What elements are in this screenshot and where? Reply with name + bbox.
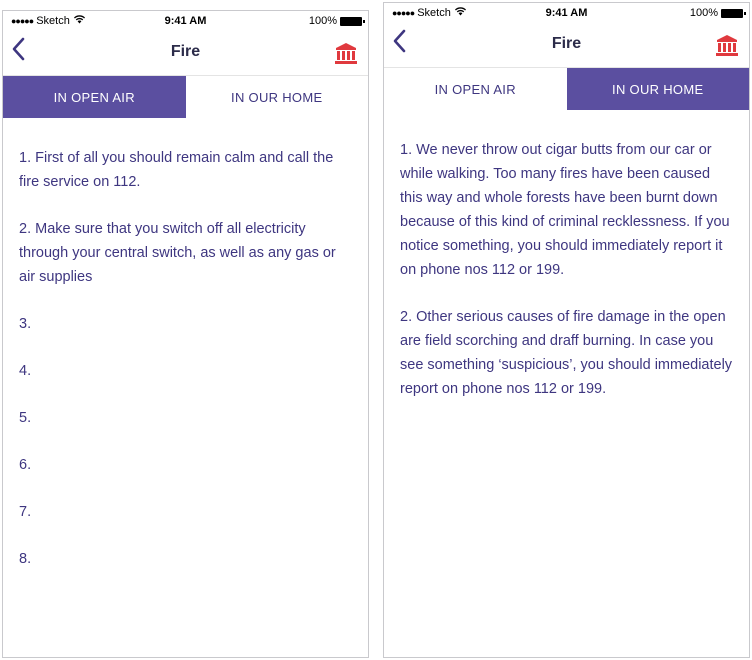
list-item: 2. Make sure that you switch off all ele… bbox=[19, 221, 336, 285]
battery-percent: 100% bbox=[689, 7, 718, 19]
phone-screen-right: ●●●●● Sketch 9:41 AM 100% Fire IN OPEN A… bbox=[383, 2, 750, 658]
battery-status: 100% bbox=[308, 15, 365, 27]
tab-in-our-home[interactable]: IN OUR HOME bbox=[185, 76, 368, 118]
instructions-list: 1. First of all you should remain calm a… bbox=[3, 118, 368, 571]
status-bar: ●●●●● Sketch 9:41 AM 100% bbox=[3, 11, 368, 31]
list-item: 8. bbox=[19, 551, 32, 567]
tab-in-open-air[interactable]: IN OPEN AIR bbox=[384, 68, 567, 110]
tab-in-open-air[interactable]: IN OPEN AIR bbox=[3, 76, 186, 118]
tab-in-our-home[interactable]: IN OUR HOME bbox=[566, 68, 749, 110]
list-item: 7. bbox=[19, 504, 32, 520]
segment-tabs: IN OPEN AIR IN OUR HOME bbox=[3, 76, 368, 118]
list-item: 5. bbox=[19, 410, 32, 426]
list-item: 1. We never throw out cigar butts from o… bbox=[400, 142, 730, 278]
battery-icon bbox=[721, 8, 746, 18]
list-item: 6. bbox=[19, 457, 32, 473]
building-button[interactable] bbox=[715, 33, 739, 57]
building-button[interactable] bbox=[334, 41, 358, 65]
list-item: 4. bbox=[19, 363, 32, 379]
phone-screen-left: ●●●●● Sketch 9:41 AM 100% Fire IN OPEN A… bbox=[2, 10, 369, 658]
page-title: Fire bbox=[170, 43, 201, 60]
nav-bar: Fire bbox=[384, 23, 749, 68]
segment-tabs: IN OPEN AIR IN OUR HOME bbox=[384, 68, 749, 110]
battery-percent: 100% bbox=[308, 15, 337, 27]
list-item: 3. bbox=[19, 316, 32, 332]
instructions-list: 1. We never throw out cigar butts from o… bbox=[384, 110, 749, 401]
page-title: Fire bbox=[551, 35, 582, 52]
list-item: 1. First of all you should remain calm a… bbox=[19, 150, 334, 190]
building-icon bbox=[716, 35, 738, 56]
battery-status: 100% bbox=[689, 7, 746, 19]
list-item: 2. Other serious causes of fire damage i… bbox=[400, 309, 733, 397]
status-bar: ●●●●● Sketch 9:41 AM 100% bbox=[384, 3, 749, 23]
building-icon bbox=[335, 43, 357, 64]
nav-bar: Fire bbox=[3, 31, 368, 76]
battery-icon bbox=[340, 16, 365, 26]
